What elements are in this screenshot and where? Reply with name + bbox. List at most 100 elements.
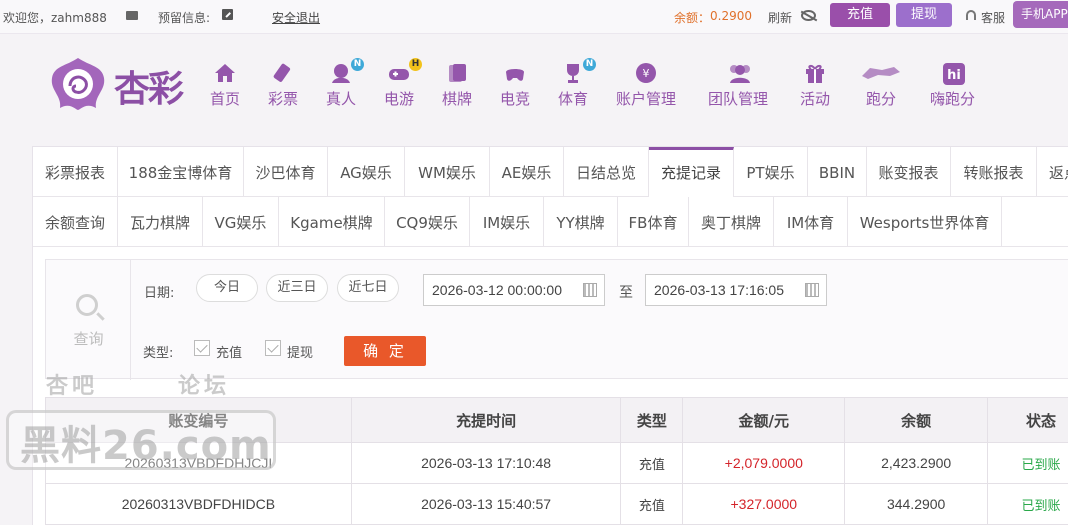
top-bar: 欢迎您，zahm888 预留信息: 安全退出 余额： 0.2900 刷新 充值 … <box>0 0 1068 34</box>
transaction-balance: 2,423.2900 <box>844 442 989 484</box>
tab-balance-query[interactable]: 余额查询 <box>33 197 118 247</box>
lottery-ticket-icon <box>272 62 294 84</box>
tab-account-change[interactable]: 账变报表 <box>867 147 951 197</box>
withdraw-button[interactable]: 提现 <box>896 3 952 27</box>
last-3-days-button[interactable]: 近三日 <box>266 274 328 302</box>
nav-label: 电竞 <box>500 90 531 108</box>
account-icon: ¥ <box>635 62 657 84</box>
nav-egames[interactable]: H 电游 <box>384 58 422 109</box>
tab-wesports[interactable]: Wesports世界体育 <box>848 197 1002 247</box>
nav-label: 跑分 <box>865 90 896 108</box>
report-panel: 彩票报表 188金宝博体育 沙巴体育 AG娱乐 WM娱乐 AE娱乐 日结总览 充… <box>32 146 1068 525</box>
nav-activity[interactable]: 活动 <box>800 62 830 109</box>
refresh-link[interactable]: 刷新 <box>768 9 792 26</box>
today-button[interactable]: 今日 <box>196 274 258 302</box>
tab-im[interactable]: IM娱乐 <box>470 197 544 247</box>
nav-label: 活动 <box>800 90 831 108</box>
tab-ae[interactable]: AE娱乐 <box>490 147 564 197</box>
tab-bbin[interactable]: BBIN <box>808 147 867 197</box>
customer-service-link[interactable]: 客服 <box>981 9 1005 26</box>
nav-label: 真人 <box>326 90 357 108</box>
welcome-text: 欢迎您，zahm888 <box>3 11 107 25</box>
col-header: 类型 <box>620 397 684 443</box>
nav-lottery[interactable]: 彩票 <box>268 62 298 109</box>
tab-yy-cards[interactable]: YY棋牌 <box>544 197 618 247</box>
col-header: 金额/元 <box>682 397 846 443</box>
mail-icon[interactable] <box>126 11 138 20</box>
mobile-app-button[interactable]: 手机APP <box>1013 1 1068 28</box>
tab-vg[interactable]: VG娱乐 <box>203 197 279 247</box>
end-date-input[interactable]: 2026-03-13 17:16:05 <box>645 274 827 306</box>
search-filter-box: 查询 日期: 今日 近三日 近七日 2026-03-12 00:00:00 至 … <box>45 259 1068 380</box>
nav-running-points[interactable]: 跑分 <box>860 62 902 109</box>
search-side-button[interactable]: 查询 <box>46 260 131 380</box>
nav-team[interactable]: 团队管理 <box>708 62 768 109</box>
trophy-icon: N <box>562 58 596 84</box>
nav-live[interactable]: N 真人 <box>326 58 364 109</box>
tab-188-sports[interactable]: 188金宝博体育 <box>118 147 244 197</box>
nav-label: 账户管理 <box>616 90 677 108</box>
nav-account[interactable]: ¥ 账户管理 <box>616 62 676 109</box>
start-date-value: 2026-03-12 00:00:00 <box>432 282 562 298</box>
end-date-value: 2026-03-13 17:16:05 <box>654 282 784 298</box>
transaction-status: 已到账 <box>987 483 1068 525</box>
edit-icon[interactable] <box>222 9 233 20</box>
nav-label: 首页 <box>210 90 241 108</box>
tab-fb-sports[interactable]: FB体育 <box>618 197 689 247</box>
tab-deposit-withdraw-records[interactable]: 充提记录 <box>649 147 734 197</box>
nav-cards[interactable]: 棋牌 <box>442 62 472 109</box>
confirm-button[interactable]: 确 定 <box>344 336 426 366</box>
tabs-row-2: 余额查询 瓦力棋牌 VG娱乐 Kgame棋牌 CQ9娱乐 IM娱乐 YY棋牌 F… <box>33 197 1068 247</box>
tab-saba-sports[interactable]: 沙巴体育 <box>244 147 328 197</box>
new-badge: N <box>583 58 596 71</box>
nav-home[interactable]: 首页 <box>210 62 240 109</box>
transaction-time: 2026-03-13 17:10:48 <box>350 442 622 484</box>
transaction-amount: +2,079.0000 <box>682 442 846 484</box>
records-table: 账变编号 充提时间 类型 金额/元 余额 状态 20260313VBDFDHJC… <box>45 397 1068 525</box>
withdraw-checkbox[interactable] <box>265 340 281 356</box>
table-header-row: 账变编号 充提时间 类型 金额/元 余额 状态 <box>45 397 1068 443</box>
hide-balance-icon[interactable] <box>801 10 816 21</box>
tab-wali-cards[interactable]: 瓦力棋牌 <box>118 197 203 247</box>
tabs-row-1: 彩票报表 188金宝博体育 沙巴体育 AG娱乐 WM娱乐 AE娱乐 日结总览 充… <box>33 147 1068 197</box>
tab-wm[interactable]: WM娱乐 <box>405 147 490 197</box>
tab-rebate[interactable]: 返点 <box>1037 147 1068 197</box>
tab-daily-overview[interactable]: 日结总览 <box>564 147 649 197</box>
last-7-days-button[interactable]: 近七日 <box>337 274 399 302</box>
transaction-status: 已到账 <box>987 442 1068 484</box>
tab-transfer-report[interactable]: 转账报表 <box>951 147 1037 197</box>
tab-im-sports[interactable]: IM体育 <box>774 197 848 247</box>
brand-logo[interactable] <box>48 56 108 112</box>
search-label: 查询 <box>73 330 104 348</box>
logout-link[interactable]: 安全退出 <box>272 9 320 26</box>
headset-icon <box>966 10 976 20</box>
nav-label: 体育 <box>558 90 589 108</box>
recharge-button[interactable]: 充值 <box>830 3 890 27</box>
nav-hi-running-points[interactable]: hi 嗨跑分 <box>930 62 975 109</box>
tab-lottery-report[interactable]: 彩票报表 <box>33 147 118 197</box>
svg-text:hi: hi <box>947 68 961 83</box>
reserve-label: 预留信息: <box>158 11 211 25</box>
transaction-type: 充值 <box>620 483 684 525</box>
tab-cq9[interactable]: CQ9娱乐 <box>385 197 470 247</box>
transaction-id: 20260313VBDFDHJCJI <box>45 442 352 484</box>
nav-label: 团队管理 <box>708 90 769 108</box>
start-date-input[interactable]: 2026-03-12 00:00:00 <box>423 274 605 306</box>
transaction-time: 2026-03-13 15:40:57 <box>350 483 622 525</box>
calendar-icon[interactable] <box>583 283 597 297</box>
recharge-checkbox[interactable] <box>194 340 210 356</box>
type-label: 类型: <box>143 346 174 361</box>
nav-sports[interactable]: N 体育 <box>558 58 596 109</box>
tab-ag[interactable]: AG娱乐 <box>328 147 405 197</box>
tab-kgame[interactable]: Kgame棋牌 <box>279 197 385 247</box>
balance-label: 余额： <box>674 11 711 25</box>
transaction-amount: +327.0000 <box>682 483 846 525</box>
tab-pt[interactable]: PT娱乐 <box>734 147 808 197</box>
nav-esports[interactable]: 电竞 <box>500 62 530 109</box>
svg-text:¥: ¥ <box>643 67 650 80</box>
team-icon <box>727 62 750 84</box>
live-dealer-icon: N <box>330 58 364 84</box>
tab-odin-cards[interactable]: 奥丁棋牌 <box>689 197 774 247</box>
table-row: 20260313VBDFDHIDCB 2026-03-13 15:40:57 充… <box>45 483 1068 525</box>
calendar-icon[interactable] <box>805 283 819 297</box>
